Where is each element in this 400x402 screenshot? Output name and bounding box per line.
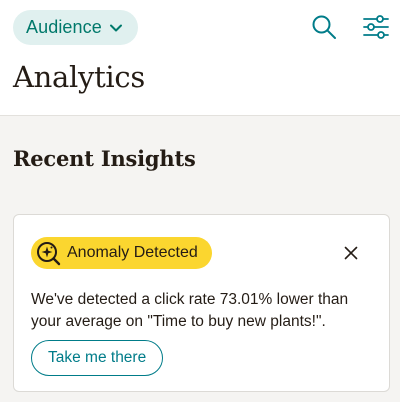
insight-message: We've detected a click rate 73.01% lower…	[31, 291, 349, 330]
close-icon	[344, 246, 358, 260]
insights-section: Recent Insights Anomaly Detected We've d…	[0, 116, 400, 402]
search-icon	[312, 15, 336, 39]
search-button[interactable]	[309, 12, 339, 42]
insight-card: Anomaly Detected We've detected a click …	[13, 214, 390, 392]
audience-dropdown-button[interactable]: Audience	[13, 10, 138, 45]
section-title: Recent Insights	[13, 146, 196, 171]
anomaly-search-icon	[37, 242, 61, 266]
close-button[interactable]	[341, 243, 361, 263]
take-me-there-button[interactable]: Take me there	[31, 340, 164, 376]
anomaly-badge: Anomaly Detected	[31, 237, 212, 269]
sliders-icon	[363, 15, 389, 39]
badge-label: Anomaly Detected	[67, 244, 198, 261]
audience-label: Audience	[26, 17, 102, 37]
cta-label: Take me there	[48, 349, 147, 366]
app-header: Audience Analytics	[0, 0, 400, 116]
chevron-down-icon	[109, 24, 122, 31]
filter-button[interactable]	[361, 12, 391, 42]
page-title: Analytics	[13, 60, 145, 94]
